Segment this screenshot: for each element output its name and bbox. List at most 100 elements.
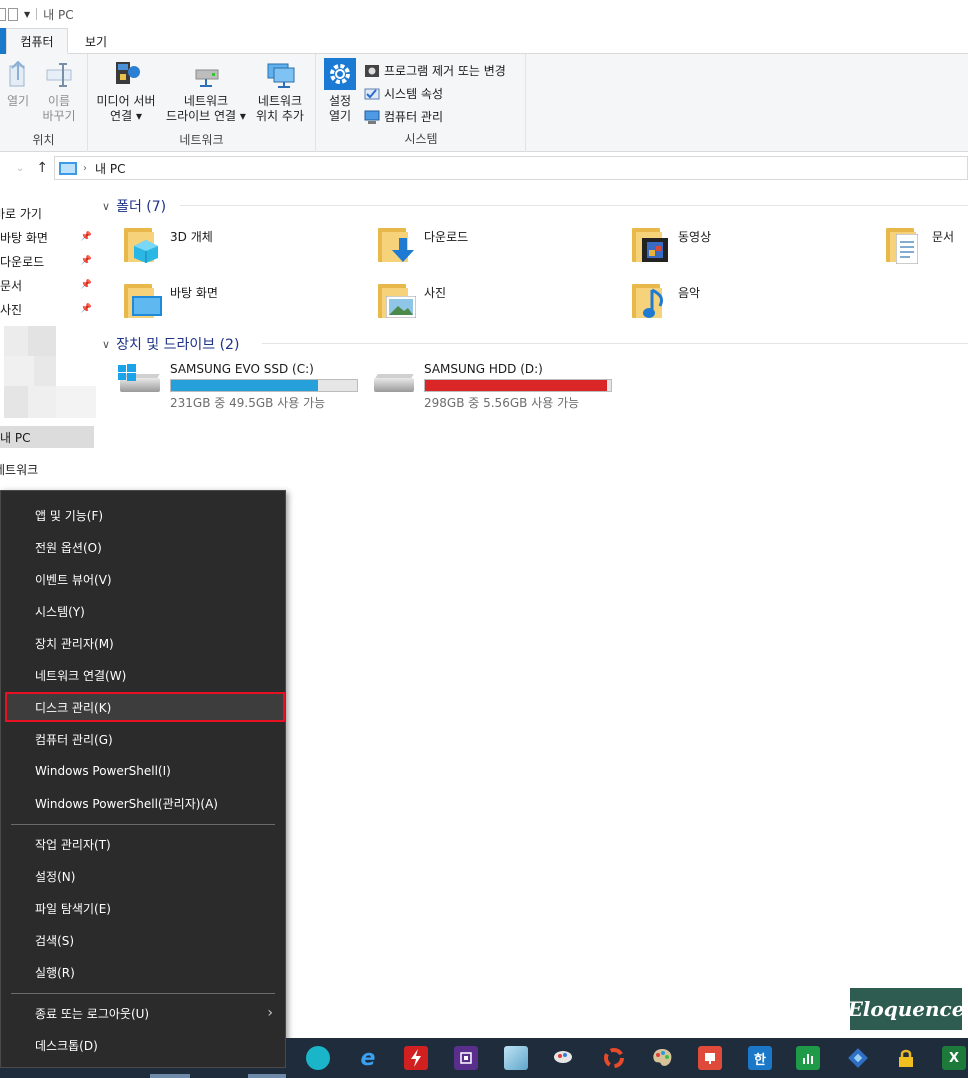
new-folder-icon[interactable] — [8, 7, 18, 21]
chevron-down-icon: ∨ — [102, 337, 111, 351]
menu-network-connections[interactable]: 네트워크 연결(W) — [5, 660, 285, 690]
pin-icon: 📌 — [80, 256, 92, 266]
system-properties-button[interactable]: 시스템 속성 — [364, 85, 443, 102]
menu-shutdown-or-signout[interactable]: 종료 또는 로그아웃(U) › — [5, 998, 285, 1028]
map-drive-label-text: 드라이브 연결 — [166, 109, 237, 123]
menu-system[interactable]: 시스템(Y) — [5, 596, 285, 626]
map-network-drive-button[interactable]: 네트워크 드라이브 연결 ▾ — [162, 58, 250, 124]
pin-icon: 📌 — [80, 232, 92, 242]
menu-separator — [11, 993, 275, 994]
folder-videos[interactable]: 동영상 — [630, 224, 711, 264]
open-button[interactable]: 열기 — [4, 58, 32, 109]
open-settings-button[interactable]: 설정 열기 — [322, 58, 358, 124]
processor-app-icon[interactable] — [454, 1046, 478, 1070]
media-server-label-line2: 연결 ▾ — [110, 109, 142, 123]
ribbon-tabs: 컴퓨터 보기 — [0, 28, 968, 54]
nav-downloads[interactable]: 다운로드 📌 — [0, 250, 96, 272]
up-arrow-icon[interactable]: ↑ — [36, 160, 48, 176]
spreadsheet-icon[interactable] — [796, 1046, 820, 1070]
menu-file-explorer[interactable]: 파일 탐색기(E) — [5, 893, 285, 923]
uninstall-icon — [365, 64, 379, 77]
menu-device-manager[interactable]: 장치 관리자(M) — [5, 628, 285, 658]
folder-3d-objects[interactable]: 3D 개체 — [122, 224, 213, 264]
lock-icon[interactable] — [894, 1046, 918, 1070]
menu-settings[interactable]: 설정(N) — [5, 861, 285, 891]
rename-button[interactable]: 이름 바꾸기 — [40, 58, 78, 124]
drive-free-space: 231GB 중 49.5GB 사용 가능 — [170, 396, 326, 410]
folder-name: 동영상 — [678, 230, 712, 244]
breadcrumb-chevron-icon[interactable]: › — [83, 163, 87, 174]
map-drive-label-line2: 드라이브 연결 ▾ — [166, 109, 246, 123]
presentation-icon[interactable] — [698, 1046, 722, 1070]
folder-downloads[interactable]: 다운로드 — [376, 224, 468, 264]
drive-d[interactable]: SAMSUNG HDD (D:) 298GB 중 5.56GB 사용 가능 — [370, 362, 612, 411]
excel-icon[interactable]: X — [942, 1046, 966, 1070]
palette-icon[interactable] — [650, 1046, 674, 1070]
properties-icon[interactable] — [0, 7, 6, 21]
location-group: 열기 이름 바꾸기 위치 — [0, 54, 88, 152]
videos-folder-icon — [630, 224, 670, 264]
folder-pictures[interactable]: 사진 — [376, 280, 446, 320]
section-divider — [262, 343, 968, 344]
power-user-menu: 앱 및 기능(F) 전원 옵션(O) 이벤트 뷰어(V) 시스템(Y) 장치 관… — [0, 490, 286, 1068]
folder-documents[interactable]: 문서 — [884, 224, 954, 264]
menu-run[interactable]: 실행(R) — [5, 957, 285, 987]
media-server-label-line1: 미디어 서버 — [96, 94, 156, 108]
pin-icon: 📌 — [80, 304, 92, 314]
folder-desktop[interactable]: 바탕 화면 — [122, 280, 218, 320]
nav-this-pc-label: 내 PC — [0, 430, 31, 445]
menu-task-manager[interactable]: 작업 관리자(T) — [5, 829, 285, 859]
drives-section-header[interactable]: ∨ 장치 및 드라이브 (2) — [102, 334, 239, 354]
recent-locations-icon[interactable]: ⌄ — [16, 163, 24, 174]
folder-name: 문서 — [932, 230, 955, 244]
menu-power-options[interactable]: 전원 옵션(O) — [5, 532, 285, 562]
internet-explorer-icon[interactable]: e — [356, 1046, 380, 1071]
nav-quick-access[interactable]: 바로 가기 — [0, 202, 90, 224]
add-network-location-button[interactable]: 네트워크 위치 추가 — [248, 58, 312, 124]
nav-pictures-label: 사진 — [0, 302, 23, 317]
computer-management-button[interactable]: 컴퓨터 관리 — [364, 108, 443, 125]
computer-icon — [59, 161, 77, 175]
folders-section-header[interactable]: ∨ 폴더 (7) — [102, 196, 166, 216]
notes-icon[interactable] — [504, 1046, 528, 1070]
menu-windows-powershell[interactable]: Windows PowerShell(I) — [5, 756, 285, 786]
nav-desktop[interactable]: 바탕 화면 📌 — [0, 226, 96, 248]
taskbar-left-strip — [0, 1068, 286, 1078]
uninstall-label: 프로그램 제거 또는 변경 — [384, 64, 506, 78]
documents-folder-icon — [884, 224, 924, 264]
nav-this-pc[interactable]: 내 PC — [0, 426, 94, 448]
open-label: 열기 — [6, 94, 30, 108]
breadcrumb-this-pc[interactable]: 내 PC — [95, 160, 125, 177]
menu-desktop[interactable]: 데스크톱(D) — [5, 1030, 285, 1060]
media-app-icon[interactable] — [602, 1046, 626, 1070]
tab-view[interactable]: 보기 — [70, 28, 122, 54]
navigation-pane: 바로 가기 바탕 화면 📌 다운로드 📌 문서 📌 사진 📌 내 PC 네트워크 — [0, 196, 96, 496]
title-separator — [36, 8, 38, 20]
flash-icon[interactable] — [404, 1046, 428, 1070]
nav-documents[interactable]: 문서 📌 — [0, 274, 96, 296]
menu-computer-management[interactable]: 컴퓨터 관리(G) — [5, 724, 285, 754]
drive-c[interactable]: SAMSUNG EVO SSD (C:) 231GB 중 49.5GB 사용 가… — [116, 362, 358, 411]
paint-tool-icon[interactable] — [552, 1046, 576, 1070]
media-server-button[interactable]: 미디어 서버 연결 ▾ — [92, 58, 160, 124]
uninstall-program-button[interactable]: 프로그램 제거 또는 변경 — [364, 62, 506, 79]
menu-apps-and-features[interactable]: 앱 및 기능(F) — [5, 500, 285, 530]
network-icon[interactable] — [846, 1046, 870, 1070]
network-drive-icon — [195, 69, 219, 87]
folder-music[interactable]: 음악 — [630, 280, 700, 320]
hangul-icon[interactable]: 한 — [748, 1046, 772, 1070]
bird-app-icon[interactable] — [306, 1046, 330, 1070]
folder-name: 다운로드 — [424, 230, 469, 244]
menu-event-viewer[interactable]: 이벤트 뷰어(V) — [5, 564, 285, 594]
nav-pictures[interactable]: 사진 📌 — [0, 298, 96, 320]
nav-network[interactable]: 네트워크 — [0, 458, 90, 480]
menu-windows-powershell-admin[interactable]: Windows PowerShell(관리자)(A) — [5, 788, 285, 818]
customize-quick-access-icon[interactable]: ▼ — [24, 10, 30, 19]
drive-name: SAMSUNG EVO SSD (C:) — [170, 362, 314, 376]
window-title: 내 PC — [43, 7, 74, 22]
system-properties-icon — [364, 88, 380, 99]
tab-computer[interactable]: 컴퓨터 — [6, 28, 68, 54]
menu-disk-management[interactable]: 디스크 관리(K) — [5, 692, 285, 722]
menu-search[interactable]: 검색(S) — [5, 925, 285, 955]
address-bar[interactable]: › 내 PC — [54, 156, 968, 180]
